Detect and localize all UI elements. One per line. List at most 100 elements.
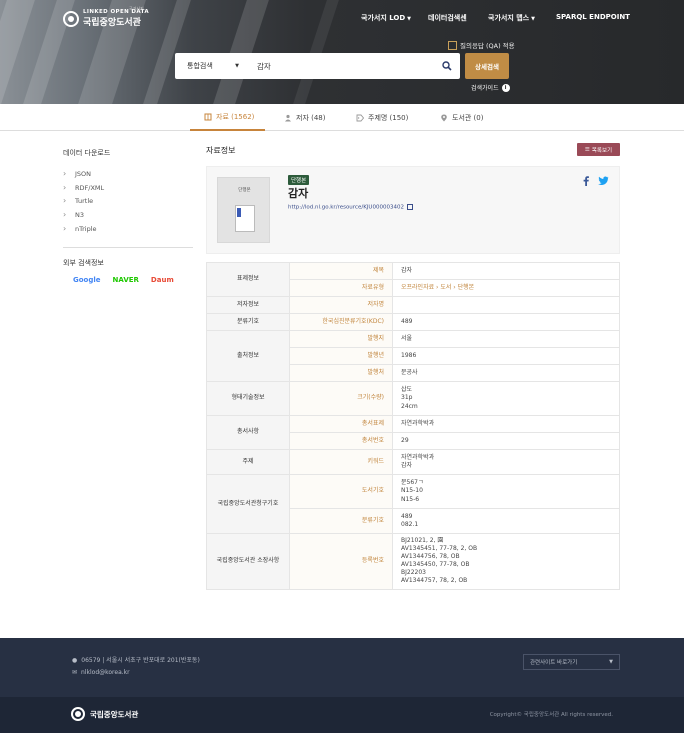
footer-email: nlklod@korea.kr bbox=[81, 669, 130, 676]
metadata-value-line: 문공사 bbox=[401, 368, 418, 376]
tab-authors[interactable]: 저자 (48) bbox=[284, 104, 325, 131]
metadata-field-label: 한국십진분류기호(KDC) bbox=[289, 313, 393, 331]
top-navigation: LINKED OPEN DATA 국립중앙도서관 국가서지 국가서지 LOD ▼ … bbox=[0, 0, 684, 34]
download-rdfxml[interactable]: RDF/XML bbox=[63, 183, 193, 198]
metadata-value-line: AV1344757, 78, 2, OB bbox=[401, 577, 468, 585]
metadata-row: 주제 키워드 자연과학박과 감자 bbox=[206, 449, 620, 475]
metadata-group-label: 국립중앙도서관청구기호 bbox=[206, 474, 290, 534]
footer-address: 06579 | 서울시 서초구 반포대로 201(반포동) bbox=[81, 657, 200, 664]
metadata-field-label: 발행처 bbox=[289, 364, 393, 382]
metadata-field-label: 저자명 bbox=[289, 296, 393, 314]
facebook-icon[interactable] bbox=[582, 176, 590, 186]
search-scope-select[interactable]: 통합검색 ▼ bbox=[175, 53, 247, 79]
site-logo[interactable]: LINKED OPEN DATA 국립중앙도서관 국가서지 bbox=[63, 6, 149, 28]
search-button[interactable] bbox=[434, 61, 460, 71]
tab-subjects-label: 주제명 (150) bbox=[368, 113, 409, 122]
metadata-value-line: 오프라인자료 › 도서 › 단행본 bbox=[401, 283, 475, 291]
search-icon bbox=[442, 61, 452, 71]
location-icon: ● bbox=[72, 657, 78, 664]
metadata-group-label: 국립중앙도서관 소장사항 bbox=[206, 533, 290, 590]
metadata-field-value: 문567ㄱ N15-10 N15-6 bbox=[392, 474, 620, 509]
menu-maps-label: 국가서지 맵스 bbox=[488, 14, 530, 22]
download-turtle[interactable]: Turtle bbox=[63, 196, 193, 211]
external-link-icon bbox=[406, 204, 413, 210]
location-pin-icon bbox=[441, 114, 447, 121]
metadata-field-label: 자료유형 bbox=[289, 279, 393, 297]
tab-libraries-label: 도서관 (0) bbox=[452, 113, 484, 122]
metadata-value-line: 29 bbox=[401, 436, 409, 444]
result-tabs: 자료 (1562) 저자 (48) 주제명 (150) 도서관 (0) bbox=[0, 104, 684, 131]
daum-link[interactable]: Daum bbox=[151, 276, 174, 284]
list-view-button[interactable]: ☰ 목록보기 bbox=[577, 143, 620, 156]
caret-down-icon: ▼ bbox=[609, 659, 613, 665]
footer-logo[interactable]: 국립중앙도서관 bbox=[71, 707, 138, 721]
list-icon: ☰ bbox=[584, 146, 590, 153]
tag-icon bbox=[356, 114, 364, 121]
metadata-value-line: 24cm bbox=[401, 402, 418, 410]
external-search-title: 외부 검색정보 bbox=[63, 259, 104, 268]
metadata-field-label: 크기(수량) bbox=[289, 381, 393, 416]
qa-checkbox[interactable] bbox=[448, 40, 457, 50]
qa-toggle[interactable]: 질의응답 (QA) 적용 bbox=[448, 40, 515, 50]
tab-libraries[interactable]: 도서관 (0) bbox=[440, 104, 483, 131]
metadata-value-line: N15-10 bbox=[401, 487, 423, 495]
metadata-field-label: 등록번호 bbox=[289, 533, 393, 590]
menu-data-search[interactable]: 데이터검색센 bbox=[428, 13, 467, 23]
menu-lod[interactable]: 국가서지 LOD ▼ bbox=[361, 13, 411, 23]
metadata-value-line: 감자 bbox=[401, 462, 413, 469]
hero-banner: LINKED OPEN DATA 국립중앙도서관 국가서지 국가서지 LOD ▼ … bbox=[0, 0, 684, 104]
metadata-row: 형태기술정보 크기(수량) 삽도 31p 24cm bbox=[206, 381, 620, 416]
resource-uri-text: http://lod.nl.go.kr/resource/KJU00000340… bbox=[288, 204, 404, 211]
metadata-value-line: N15-6 bbox=[401, 495, 420, 503]
download-json[interactable]: JSON bbox=[63, 169, 193, 184]
metadata-field-value: 자연과학박과 감자 bbox=[392, 449, 620, 475]
metadata-value-line: BJ22203 bbox=[401, 569, 426, 577]
metadata-field-label: 발행년 bbox=[289, 347, 393, 365]
advanced-search-button[interactable]: 상세검색 bbox=[465, 53, 509, 79]
metadata-field-value: 489 082.1 bbox=[392, 508, 620, 534]
metadata-group-label: 형태기술정보 bbox=[206, 381, 290, 416]
metadata-field-value: 489 bbox=[392, 313, 620, 331]
related-sites-select[interactable]: 관련사이트 바로가기 ▼ bbox=[523, 654, 620, 670]
tab-materials[interactable]: 자료 (1562) bbox=[190, 104, 265, 131]
type-badge: 단행본 bbox=[288, 175, 310, 185]
book-thumbnail: 단행본 bbox=[217, 177, 270, 243]
metadata-value-line: 31p bbox=[401, 394, 413, 402]
google-link[interactable]: Google bbox=[73, 276, 101, 284]
menu-sparql[interactable]: SPARQL ENDPOINT bbox=[556, 13, 630, 21]
search-bar: 통합검색 ▼ 감자 bbox=[175, 53, 460, 79]
metadata-table: 표제정보 제목 감자 자료유형 오프라인자료 › 도서 › 단행본 저자정보 저자명 분류기호… bbox=[206, 262, 620, 590]
search-input[interactable]: 감자 bbox=[247, 61, 434, 72]
download-ntriple[interactable]: nTriple bbox=[63, 224, 193, 239]
search-guide-label: 검색가이드 bbox=[471, 85, 499, 92]
metadata-field-value bbox=[392, 296, 620, 314]
metadata-row: 출처정보 발행지 서울 bbox=[206, 330, 620, 382]
resource-uri-link[interactable]: http://lod.nl.go.kr/resource/KJU00000340… bbox=[288, 204, 413, 211]
section-title: 자료정보 bbox=[206, 146, 236, 155]
info-icon: i bbox=[501, 83, 510, 92]
metadata-field-value[interactable]: 오프라인자료 › 도서 › 단행본 bbox=[392, 279, 620, 297]
metadata-field-label: 분류기호 bbox=[289, 508, 393, 534]
twitter-icon[interactable] bbox=[598, 176, 609, 186]
chevron-down-icon: ▼ bbox=[407, 16, 412, 22]
metadata-row: 국립중앙도서관 소장사항 등록번호 BJ21021, 2, 園 AV1345451, … bbox=[206, 533, 620, 590]
metadata-field-label: 발행지 bbox=[289, 330, 393, 348]
metadata-field-label: 총서표제 bbox=[289, 415, 393, 433]
search-scope-value: 통합검색 bbox=[187, 62, 213, 70]
mail-icon: ✉ bbox=[72, 669, 78, 676]
metadata-value-line: 489 bbox=[401, 512, 413, 520]
sidebar-divider bbox=[63, 247, 193, 249]
naver-link[interactable]: NAVER bbox=[113, 276, 139, 284]
library-emblem-icon bbox=[63, 10, 79, 27]
menu-data-search-label: 데이터검색센 bbox=[428, 14, 467, 22]
search-guide-link[interactable]: 검색가이드 i bbox=[471, 83, 510, 92]
metadata-value-line: AV1345450, 77-78, OB bbox=[401, 561, 470, 569]
footer-logo-label: 국립중앙도서관 bbox=[90, 709, 139, 719]
thumbnail-label: 단행본 bbox=[238, 188, 251, 193]
metadata-group-label: 표제정보 bbox=[206, 262, 290, 297]
download-n3[interactable]: N3 bbox=[63, 210, 193, 225]
tab-subjects[interactable]: 주제명 (150) bbox=[356, 104, 408, 131]
menu-maps[interactable]: 국가서지 맵스 ▼ bbox=[488, 13, 535, 23]
metadata-field-value: BJ21021, 2, 園 AV1345451, 77-78, 2, OB AV13… bbox=[392, 533, 620, 590]
metadata-group-label: 주제 bbox=[206, 449, 290, 475]
